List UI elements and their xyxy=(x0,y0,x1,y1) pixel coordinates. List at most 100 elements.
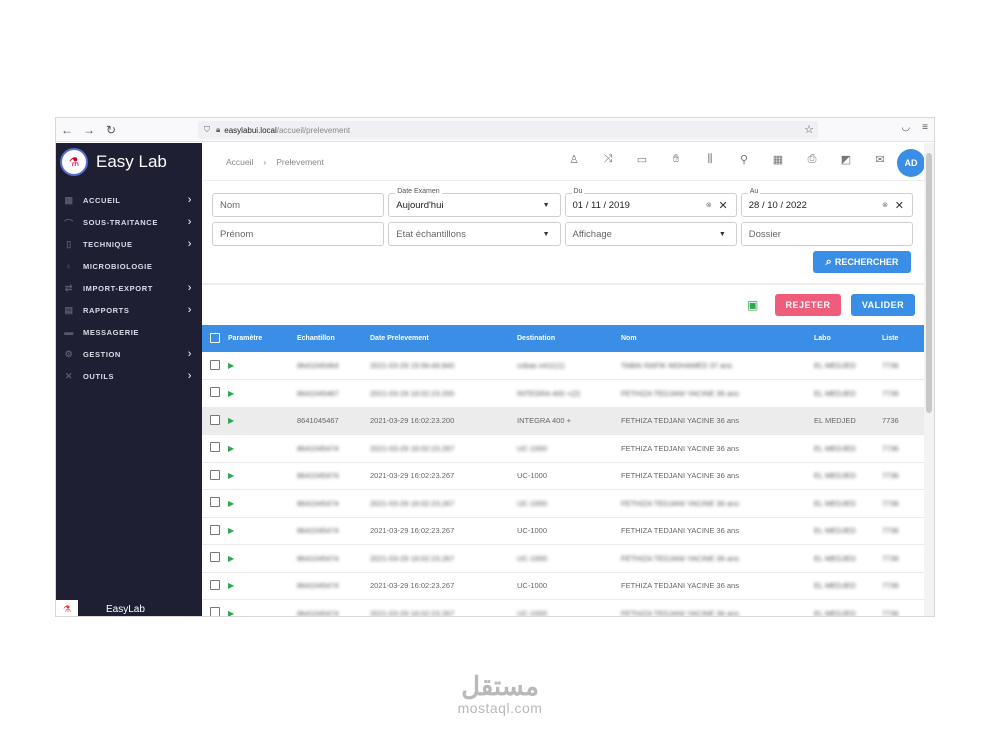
search-button[interactable]: ⌕ RECHERCHER xyxy=(813,251,911,273)
tubes-icon[interactable]: ⫼ xyxy=(701,153,719,169)
table-row[interactable]: ▶ 8641045467 2021-03-29 16:02:23.200 INTEGR… xyxy=(202,407,925,435)
bookmark-star-icon[interactable]: ☆ xyxy=(804,123,814,136)
table-row[interactable]: ▶ 8641045474 2021-03-29 16:02:23.267 UC-100… xyxy=(202,572,925,600)
table-row[interactable]: ▶ 8641045474 2021-03-29 16:02:23.267 UC-100… xyxy=(202,517,925,545)
date-du-field[interactable]: Du 01 / 11 / 2019 ⊗ ✕ xyxy=(564,188,737,217)
expand-arrow-icon[interactable]: ▶ xyxy=(228,361,234,370)
sidebar-item-outils[interactable]: ✕ OUTILS › xyxy=(56,365,202,387)
col-nom[interactable]: Nom xyxy=(621,325,814,352)
row-checkbox[interactable] xyxy=(210,442,220,453)
row-select-cell xyxy=(202,352,228,380)
row-checkbox[interactable] xyxy=(210,552,220,563)
cell-date: 2021-03-29 16:02:23.267 xyxy=(370,471,455,481)
microscope-icon[interactable]: ⚲ xyxy=(735,153,753,169)
reject-button[interactable]: REJETER xyxy=(775,294,841,316)
date-examen-select[interactable]: Date Examen Aujourd'hui ▼ xyxy=(388,188,561,217)
cell-nom: FETHIZA TEDJANI YACINE 36 ans xyxy=(621,443,739,453)
col-parametre[interactable]: Paramètre xyxy=(228,325,297,352)
table-row[interactable]: ▶ 8641045474 2021-03-29 16:02:23.267 UC-100… xyxy=(202,462,925,490)
table-row[interactable]: ▶ 8641045474 2021-03-29 16:02:23.267 UC-100… xyxy=(202,435,925,462)
cell-liste: 7736 xyxy=(882,498,899,508)
table-row[interactable]: ▶ 8641045474 2021-03-29 16:02:23.267 UC-100… xyxy=(202,600,925,616)
user-avatar[interactable]: AD xyxy=(897,149,925,177)
prenom-input[interactable]: Prénom xyxy=(212,222,385,246)
col-labo[interactable]: Labo xyxy=(814,325,882,352)
sidebar-item-sous-traitance[interactable]: ⌒ SOUS-TRAITANCE › xyxy=(56,211,202,233)
table-row[interactable]: ▶ 8641045474 2021-03-29 16:02:23.267 UC-100… xyxy=(202,545,925,572)
print-icon[interactable]: ⎙ xyxy=(803,153,821,169)
expand-arrow-icon[interactable]: ▶ xyxy=(228,554,234,563)
sidebar-item-rapports[interactable]: ▤ RAPPORTS › xyxy=(56,299,202,321)
card-icon[interactable]: ▭ xyxy=(633,153,651,169)
watermark-arabic: مستقل xyxy=(461,671,539,701)
row-checkbox[interactable] xyxy=(210,414,220,425)
sidebar-item-label: RAPPORTS xyxy=(83,305,130,315)
select-all-checkbox[interactable] xyxy=(210,332,220,343)
cell-labo: EL MEDJED xyxy=(814,471,856,481)
address-bar[interactable]: ⛉ 🔒︎ easylabui.local/accueil/prelevement… xyxy=(198,121,818,139)
row-checkbox[interactable] xyxy=(210,387,220,398)
message-icon: ▬ xyxy=(64,327,74,337)
col-destination[interactable]: Destination xyxy=(517,325,621,352)
chart-icon[interactable]: ◩ xyxy=(837,153,855,169)
table-row[interactable]: ▶ 8641045474 2021-03-29 16:02:23.267 UC-100… xyxy=(202,490,925,517)
expand-arrow-icon[interactable]: ▶ xyxy=(228,389,234,398)
row-checkbox[interactable] xyxy=(210,579,220,590)
cell-destination: UC-1000 xyxy=(517,471,548,481)
sidebar-item-microbiologie[interactable]: ♁ MICROBIOLOGIE xyxy=(56,255,202,277)
row-checkbox[interactable] xyxy=(210,497,220,508)
clear-date-icon[interactable]: ⊗ xyxy=(882,201,888,209)
row-checkbox[interactable] xyxy=(210,524,220,535)
back-icon[interactable]: ← xyxy=(56,123,78,137)
tools-icon: ✕ xyxy=(64,371,74,381)
qr-code-icon[interactable]: ▣ xyxy=(747,298,761,312)
row-checkbox[interactable] xyxy=(210,359,220,370)
shuffle-icon[interactable]: ⤨ xyxy=(599,153,617,169)
validate-button[interactable]: VALIDER xyxy=(851,294,915,316)
sidebar-item-technique[interactable]: ▯ TECHNIQUE › xyxy=(56,233,202,255)
expand-arrow-icon[interactable]: ▶ xyxy=(228,526,234,535)
affichage-select[interactable]: Affichage ▼ xyxy=(564,222,737,246)
etat-echantillons-select[interactable]: Etat échantillons ▼ xyxy=(388,222,561,246)
cell-destination: UC-1000 xyxy=(517,581,548,591)
expand-arrow-icon[interactable]: ▶ xyxy=(228,499,234,508)
calendar-icon[interactable]: ▦ xyxy=(769,153,787,169)
scrollbar[interactable] xyxy=(924,143,934,616)
breadcrumb-home[interactable]: Accueil xyxy=(226,157,253,167)
pocket-icon[interactable]: ◡ xyxy=(901,122,910,133)
dossier-input[interactable]: Dossier xyxy=(740,222,913,246)
sidebar-item-import-export[interactable]: ⇄ IMPORT-EXPORT › xyxy=(56,277,202,299)
scrollbar-thumb[interactable] xyxy=(926,153,932,413)
sidebar-item-accueil[interactable]: ▦ ACCUEIL › xyxy=(56,189,202,211)
expand-arrow-icon[interactable]: ▶ xyxy=(228,416,234,425)
sidebar-item-gestion[interactable]: ⚙ GESTION › xyxy=(56,343,202,365)
sidebar-item-label: OUTILS xyxy=(83,371,115,381)
patient-icon[interactable]: ♙ xyxy=(565,153,583,169)
col-date-prelevement[interactable]: Date Prelevement xyxy=(370,325,517,352)
table-row[interactable]: ▶ 8641045464 2021-03-29 15:56:49.840 cobas … xyxy=(202,352,925,380)
expand-arrow-icon[interactable]: ▶ xyxy=(228,471,234,480)
cell-echantillon: 8641045474 xyxy=(297,581,339,591)
close-icon[interactable]: ✕ xyxy=(895,199,904,212)
col-liste[interactable]: Liste xyxy=(882,325,925,352)
row-checkbox[interactable] xyxy=(210,469,220,480)
menu-icon[interactable]: ≡ xyxy=(922,122,928,133)
app-logo[interactable]: ⚗ Easy Lab xyxy=(56,143,202,181)
expand-arrow-icon[interactable]: ▶ xyxy=(228,581,234,590)
expand-arrow-icon[interactable]: ▶ xyxy=(228,444,234,453)
clear-date-icon[interactable]: ⊗ xyxy=(706,201,712,209)
close-icon[interactable]: ✕ xyxy=(719,199,728,212)
mail-icon[interactable]: ✉ xyxy=(871,153,889,169)
hand-icon[interactable]: ✋︎ xyxy=(667,153,685,169)
forward-icon[interactable]: → xyxy=(78,123,100,137)
sidebar-item-messagerie[interactable]: ▬ MESSAGERIE xyxy=(56,321,202,343)
cell-liste: 7736 xyxy=(882,416,899,426)
cell-echantillon: 8641045474 xyxy=(297,471,339,481)
reload-icon[interactable]: ↻ xyxy=(100,123,122,137)
col-echantillon[interactable]: Echantillon xyxy=(297,325,370,352)
table-row[interactable]: ▶ 8641045467 2021-03-29 16:02:23.200 INTEGR… xyxy=(202,380,925,407)
expand-arrow-icon[interactable]: ▶ xyxy=(228,609,234,616)
row-checkbox[interactable] xyxy=(210,607,220,616)
date-au-field[interactable]: Au 28 / 10 / 2022 ⊗ ✕ xyxy=(740,188,913,217)
nom-input[interactable]: Nom xyxy=(212,193,385,217)
